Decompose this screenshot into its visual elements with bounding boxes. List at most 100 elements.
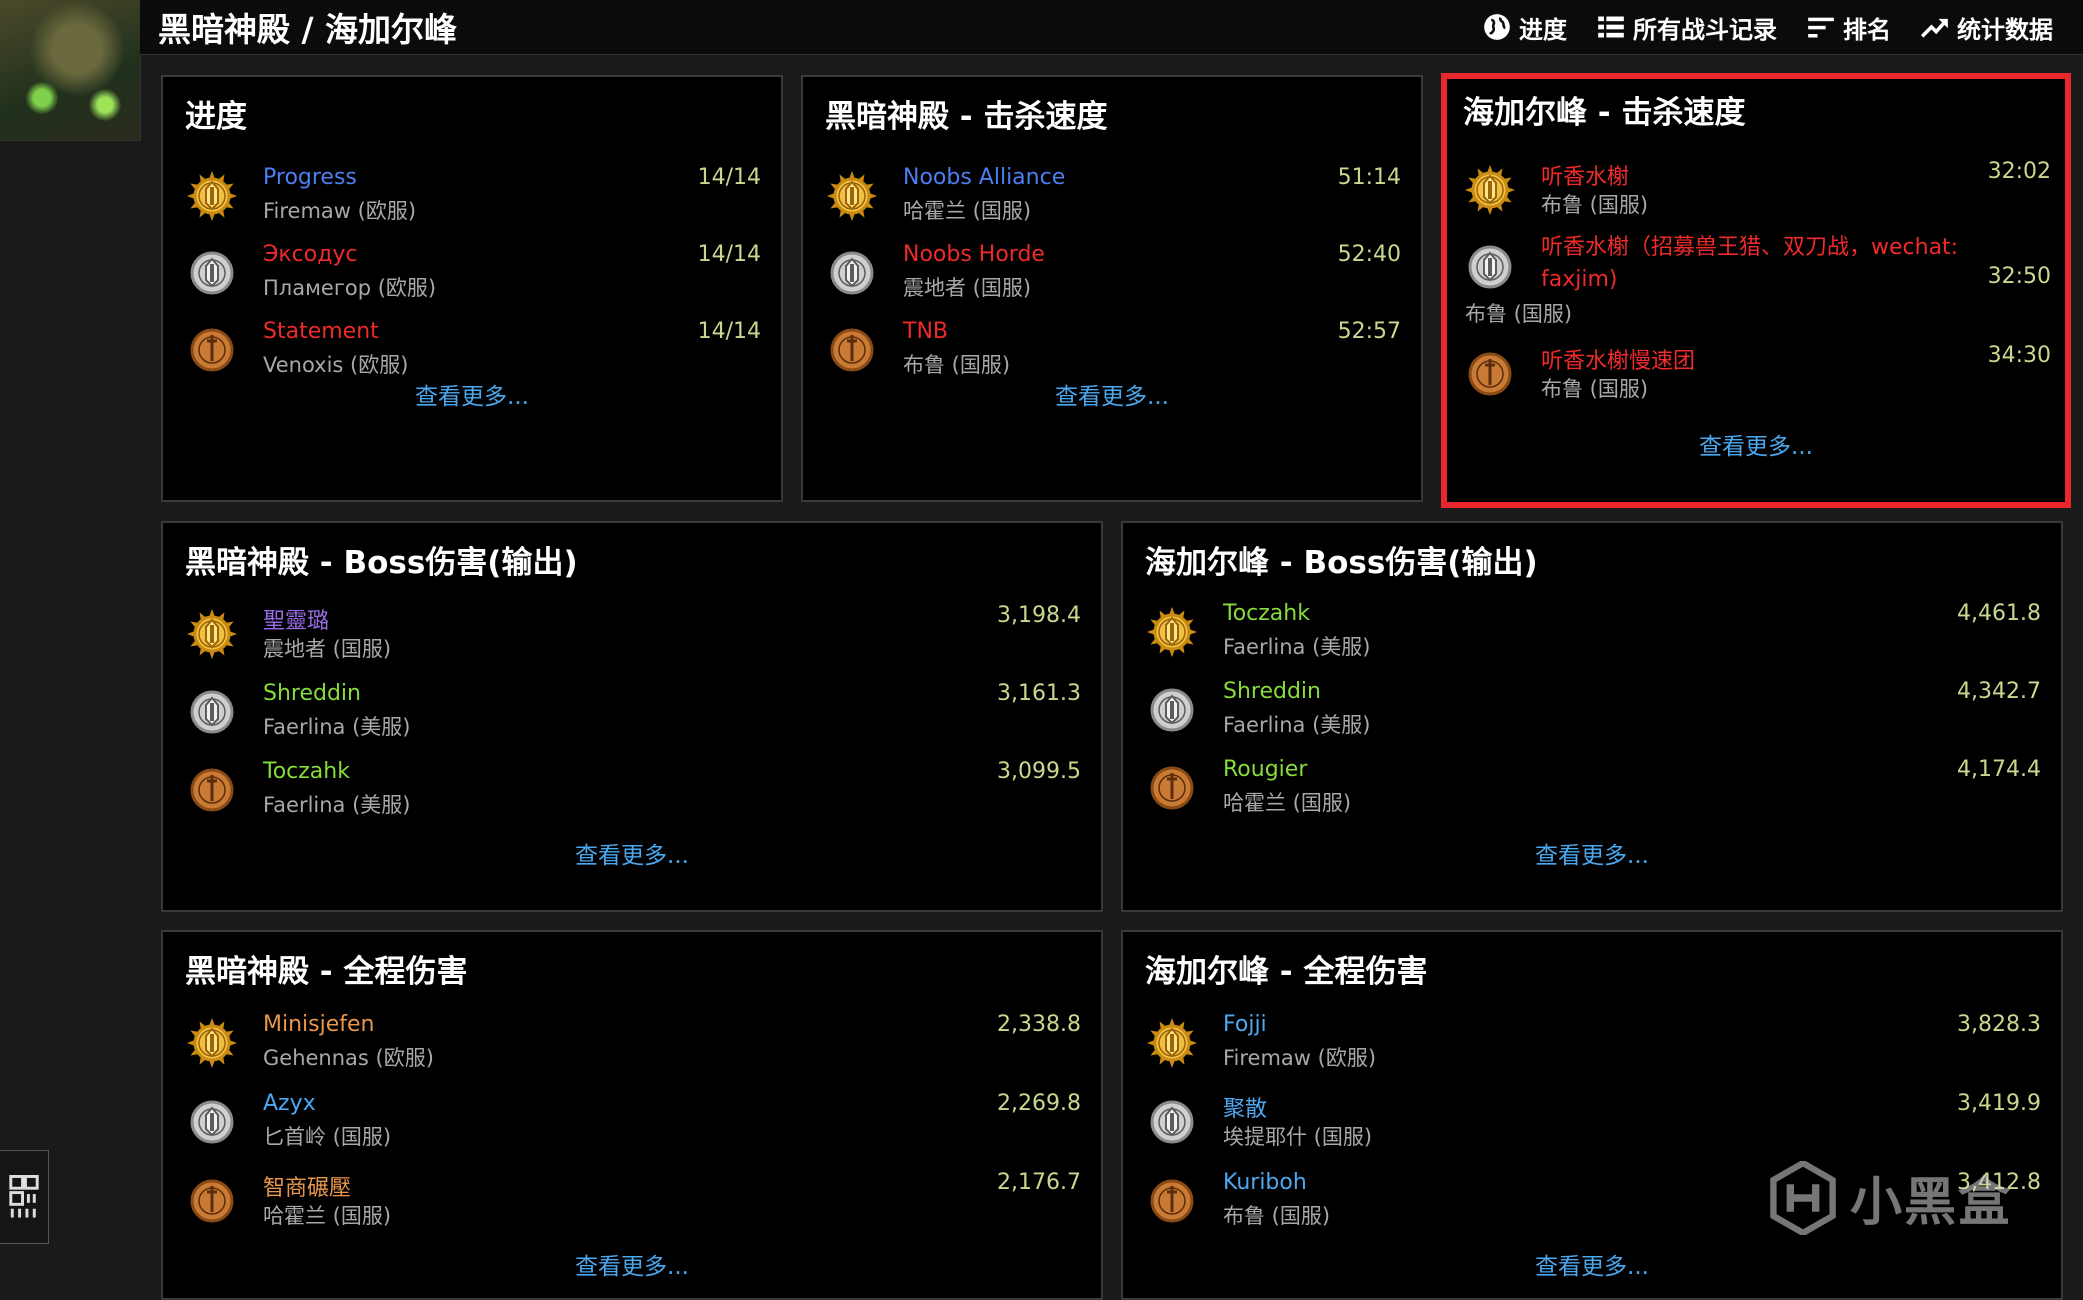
ranking-row: Fojji Firemaw (欧服) 3,828.3 bbox=[1147, 1012, 2041, 1082]
ranking-row: Azyx 匕首岭 (国服) 2,269.8 bbox=[187, 1091, 1081, 1161]
guild-name-link[interactable]: 听香水榭慢速团 bbox=[1541, 343, 1695, 375]
server-name: Venoxis (欧服) bbox=[263, 353, 409, 377]
breadcrumb: 黑暗神殿 / 海加尔峰 bbox=[158, 10, 458, 49]
view-more-link[interactable]: 查看更多... bbox=[163, 836, 1101, 870]
ranking-row: Toczahk Faerlina (美服) 4,461.8 bbox=[1147, 601, 2041, 671]
ranking-row: 智商碾壓 哈霍兰 (国服) 2,176.7 bbox=[187, 1170, 1081, 1240]
guild-name-link[interactable]: Toczahk bbox=[1223, 601, 1310, 626]
ranking-row: 听香水榭 布鲁 (国服) 32:02 bbox=[1465, 159, 2051, 229]
guild-name-link[interactable]: 听香水榭（招募兽王猎、双刀战，wechat: faxjim) bbox=[1541, 232, 1991, 296]
view-more-link[interactable]: 查看更多... bbox=[1123, 836, 2061, 870]
guild-name-link[interactable]: Progress bbox=[263, 165, 357, 190]
guild-name-link[interactable]: Noobs Alliance bbox=[903, 165, 1065, 190]
server-name: Пламегор (欧服) bbox=[263, 276, 437, 300]
ranking-row: Shreddin Faerlina (美服) 3,161.3 bbox=[187, 681, 1081, 751]
nav-rankings[interactable]: 排名 bbox=[1807, 10, 1891, 45]
watermark: 小黑盒 bbox=[1770, 1160, 2012, 1235]
guild-name-link[interactable]: Эксодус bbox=[263, 242, 358, 267]
guild-name-link[interactable]: 听香水榭 bbox=[1541, 159, 1629, 191]
server-name: Faerlina (美服) bbox=[1223, 713, 1371, 737]
silver-medal-icon bbox=[1147, 683, 1197, 737]
bronze-medal-icon bbox=[187, 1174, 237, 1228]
bronze-medal-icon bbox=[1147, 761, 1197, 815]
server-name: 埃提耶什 (国服) bbox=[1223, 1125, 1373, 1149]
view-more-link[interactable]: 查看更多... bbox=[163, 1247, 1101, 1281]
guild-name-link[interactable]: Azyx bbox=[263, 1091, 316, 1116]
ranking-value: 4,342.7 bbox=[1957, 679, 2041, 704]
guild-name-link[interactable]: Shreddin bbox=[1223, 679, 1321, 704]
nav-progress-label: 进度 bbox=[1519, 15, 1567, 44]
qr-code-button[interactable] bbox=[0, 1150, 49, 1244]
ranking-value: 52:40 bbox=[1337, 242, 1401, 267]
ranking-row: Minisjefen Gehennas (欧服) 2,338.8 bbox=[187, 1012, 1081, 1082]
ranking-row: Toczahk Faerlina (美服) 3,099.5 bbox=[187, 759, 1081, 829]
server-name: Faerlina (美服) bbox=[1223, 635, 1371, 659]
guild-name-link[interactable]: 聖靈璐 bbox=[263, 603, 329, 635]
ranking-value: 3,161.3 bbox=[997, 681, 1081, 706]
silver-medal-icon bbox=[1465, 240, 1515, 294]
bronze-medal-icon bbox=[1147, 1174, 1197, 1228]
gold-medal-icon bbox=[187, 607, 237, 661]
gold-medal-icon bbox=[1147, 1016, 1197, 1070]
guild-name-link[interactable]: Toczahk bbox=[263, 759, 350, 784]
nav-progress[interactable]: 进度 bbox=[1483, 10, 1567, 45]
ranking-value: 32:02 bbox=[1987, 159, 2051, 184]
top-nav: 进度 所有战斗记录 排名 统计数据 bbox=[1483, 10, 2053, 45]
server-name: 哈霍兰 (国服) bbox=[903, 199, 1032, 223]
server-name: Faerlina (美服) bbox=[263, 715, 411, 739]
nav-all-fights[interactable]: 所有战斗记录 bbox=[1597, 10, 1777, 45]
nav-statistics[interactable]: 统计数据 bbox=[1921, 10, 2053, 45]
server-name: Faerlina (美服) bbox=[263, 793, 411, 817]
silver-medal-icon bbox=[187, 246, 237, 300]
ranking-row: Noobs Alliance 哈霍兰 (国服) 51:14 bbox=[827, 165, 1401, 235]
leaderboard-panel: 海加尔峰 - 全程伤害 Fojji Firemaw (欧服) 3,828.3 聚散 埃提耶… bbox=[1121, 930, 2063, 1300]
guild-name-link[interactable]: Shreddin bbox=[263, 681, 361, 706]
trend-icon bbox=[1921, 18, 1948, 38]
ranking-row: Shreddin Faerlina (美服) 4,342.7 bbox=[1147, 679, 2041, 749]
guild-name-link[interactable]: 聚散 bbox=[1223, 1091, 1267, 1123]
guild-name-link[interactable]: Rougier bbox=[1223, 757, 1307, 782]
nav-all-fights-label: 所有战斗记录 bbox=[1633, 15, 1777, 44]
guild-name-link[interactable]: Statement bbox=[263, 319, 379, 344]
panel-title: 海加尔峰 - 击杀速度 bbox=[1463, 95, 1746, 131]
view-more-link[interactable]: 查看更多... bbox=[163, 377, 781, 411]
view-more-link[interactable]: 查看更多... bbox=[803, 377, 1421, 411]
guild-name-link[interactable]: TNB bbox=[903, 319, 948, 344]
guild-name-link[interactable]: 智商碾壓 bbox=[263, 1170, 351, 1202]
silver-medal-icon bbox=[827, 246, 877, 300]
panel-title: 海加尔峰 - 全程伤害 bbox=[1145, 954, 1428, 990]
bronze-medal-icon bbox=[827, 323, 877, 377]
guild-name-link[interactable]: Noobs Horde bbox=[903, 242, 1045, 267]
guild-name-link[interactable]: Fojji bbox=[1223, 1012, 1267, 1037]
ranking-row: 聖靈璐 震地者 (国服) 3,198.4 bbox=[187, 603, 1081, 673]
server-name: 哈霍兰 (国服) bbox=[1223, 791, 1352, 815]
view-more-link[interactable]: 查看更多... bbox=[1447, 427, 2065, 461]
bronze-medal-icon bbox=[1465, 347, 1515, 401]
panel-title: 黑暗神殿 - 击杀速度 bbox=[825, 99, 1108, 135]
guild-name-link[interactable]: Kuriboh bbox=[1223, 1170, 1307, 1195]
ranking-value: 51:14 bbox=[1337, 165, 1401, 190]
server-name: 布鲁 (国服) bbox=[1541, 193, 1649, 217]
panel-title: 黑暗神殿 - Boss伤害(输出) bbox=[185, 545, 578, 581]
view-more-link[interactable]: 查看更多... bbox=[1123, 1247, 2061, 1281]
guild-name-link[interactable]: Minisjefen bbox=[263, 1012, 374, 1037]
zone-thumbnail[interactable] bbox=[0, 0, 141, 141]
ranking-value: 4,461.8 bbox=[1957, 601, 2041, 626]
ranking-value: 14/14 bbox=[697, 319, 761, 344]
gold-medal-icon bbox=[187, 169, 237, 223]
gold-medal-icon bbox=[1147, 605, 1197, 659]
leaderboard-panel: 黑暗神殿 - Boss伤害(输出) 聖靈璐 震地者 (国服) 3,198.4 Shred… bbox=[161, 521, 1103, 912]
nav-rankings-label: 排名 bbox=[1843, 15, 1891, 44]
qr-icon bbox=[9, 1175, 39, 1218]
server-name: 布鲁 (国服) bbox=[1541, 377, 1649, 401]
server-name: 布鲁 (国服) bbox=[1465, 302, 1573, 326]
leaderboard-panel: 黑暗神殿 - 击杀速度 Noobs Alliance 哈霍兰 (国服) 51:14 No… bbox=[801, 75, 1423, 502]
bronze-medal-icon bbox=[187, 763, 237, 817]
ranking-value: 3,828.3 bbox=[1957, 1012, 2041, 1037]
sort-icon bbox=[1808, 17, 1834, 38]
silver-medal-icon bbox=[187, 1095, 237, 1149]
server-name: 匕首岭 (国服) bbox=[263, 1125, 392, 1149]
leaderboard-panel: 海加尔峰 - Boss伤害(输出) Toczahk Faerlina (美服) 4,4… bbox=[1121, 521, 2063, 912]
ranking-row: Noobs Horde 震地者 (国服) 52:40 bbox=[827, 242, 1401, 312]
leaderboard-panel: 黑暗神殿 - 全程伤害 Minisjefen Gehennas (欧服) 2,338.… bbox=[161, 930, 1103, 1300]
